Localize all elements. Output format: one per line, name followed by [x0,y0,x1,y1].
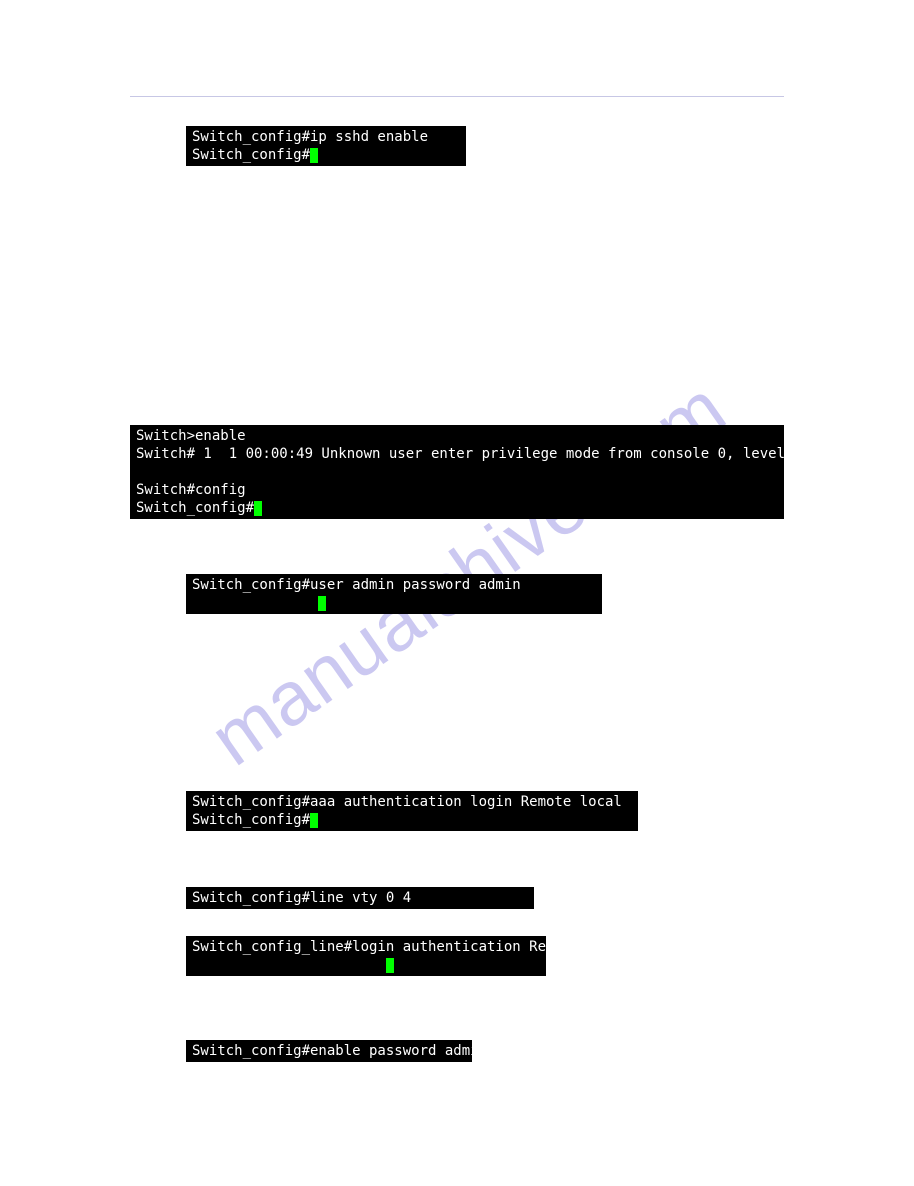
cursor-icon [310,813,318,828]
terminal-line: Switch_config#ip sshd enable [192,129,428,145]
cursor-icon [254,501,262,516]
terminal-line: Switch_config#user admin password admin [192,577,521,593]
cursor-icon [310,148,318,163]
terminal-line: Switch>enable [136,428,246,444]
terminal-block-2: Switch>enable Switch# 1 1 00:00:49 Unkno… [130,425,784,519]
terminal-block-4: Switch_config#aaa authentication login R… [186,791,638,831]
terminal-block-3: Switch_config#user admin password admin [186,574,602,614]
terminal-line: Switch_config#aaa authentication login R… [192,794,622,810]
horizontal-rule [130,96,784,97]
terminal-block-1: Switch_config#ip sshd enable Switch_conf… [186,126,466,166]
terminal-line: Switch# 1 1 00:00:49 Unknown user enter … [136,446,827,462]
terminal-block-7: Switch_config#enable password admin [186,1040,472,1062]
terminal-line: Switch_config# [192,812,310,828]
cursor-icon [386,958,394,973]
terminal-line: Switch_config#line vty 0 4 [192,890,411,906]
terminal-line: Switch_config#enable password admin [192,1043,487,1059]
cursor-icon [318,596,326,611]
terminal-block-5: Switch_config#line vty 0 4 [186,887,534,909]
terminal-block-6: Switch_config_line#login authentication … [186,936,546,976]
terminal-line: Switch#config [136,482,246,498]
terminal-line: Switch_config# [136,500,254,516]
terminal-line: Switch_config# [192,147,310,163]
terminal-line: Switch_config_line#login authentication … [192,939,580,955]
